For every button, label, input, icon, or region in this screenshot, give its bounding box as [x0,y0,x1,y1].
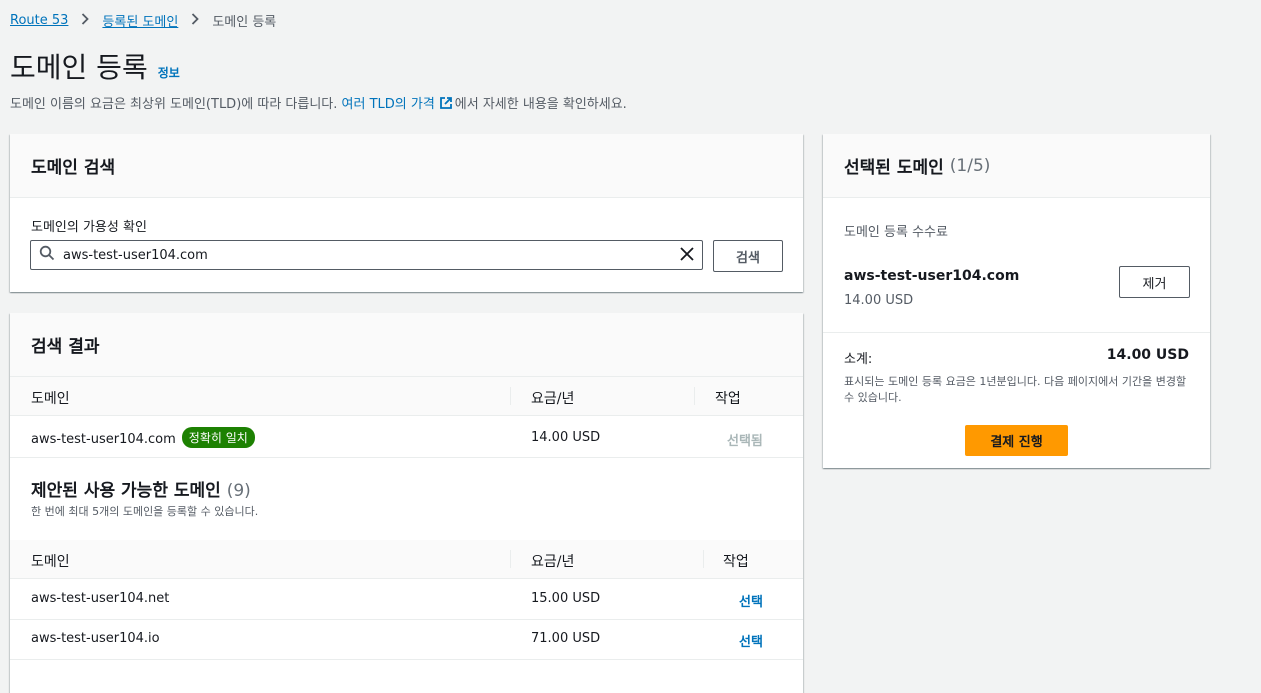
proceed-to-checkout-button[interactable]: 결제 진행 [965,425,1068,456]
domain-search-box[interactable] [30,240,703,270]
external-link-icon[interactable] [439,96,453,114]
results-table-header: 도메인 요금/년 작업 [10,377,803,416]
remove-button[interactable]: 제거 [1119,266,1190,298]
desc-suffix: 에서 자세한 내용을 확인하세요. [454,97,627,112]
desc-prefix: 도메인 이름의 요금은 최상위 도메인(TLD)에 따라 다릅니다. [10,97,342,112]
pricing-note: 표시되는 도메인 등록 요금은 1년분입니다. 다음 페이지에서 기간을 변경할… [844,375,1187,404]
domain-search-input[interactable] [61,246,680,264]
registration-fee-label: 도메인 등록 수수료 [844,225,948,240]
selected-domain-name: aws-test-user104.com [844,268,1020,284]
select-link[interactable]: 선택 [739,591,763,610]
exact-match-badge: 정확히 일치 [181,427,255,448]
selected-domains-header: 선택된 도메인 (1/5) [823,134,1210,198]
exact-selected-status: 선택됨 [727,434,763,449]
exact-price: 14.00 USD [531,430,601,445]
tld-pricing-link[interactable]: 여러 TLD의 가격 [342,97,435,112]
availability-label: 도메인의 가용성 확인 [31,220,147,235]
column-action: 작업 [715,391,741,407]
suggested-domain: aws-test-user104.io [31,631,160,646]
exact-domain: aws-test-user104.com [31,432,176,447]
search-results-title: 검색 결과 [31,337,100,357]
page-title-text: 도메인 등록 [10,51,148,84]
chevron-right-icon [191,12,200,29]
breadcrumb-route53[interactable]: Route 53 [10,13,68,28]
chevron-right-icon [81,12,90,29]
page-title: 도메인 등록 정보 [10,46,180,86]
column-action: 작업 [723,554,749,570]
suggested-domain: aws-test-user104.net [31,591,170,606]
breadcrumb-registered-domains[interactable]: 등록된 도메인 [102,11,178,30]
subtotal-value: 14.00 USD [1106,347,1189,363]
info-link[interactable]: 정보 [158,64,180,81]
search-button[interactable]: 검색 [713,240,783,272]
breadcrumb-current: 도메인 등록 [212,15,277,30]
subtotal-label: 소계: [844,352,873,367]
column-domain: 도메인 [31,554,70,570]
table-row: aws-test-user104.com 정확히 일치 14.00 USD 선택됨 [10,416,803,458]
column-domain: 도메인 [31,391,70,407]
page-description: 도메인 이름의 요금은 최상위 도메인(TLD)에 따라 다릅니다. 여러 TL… [10,93,627,114]
selected-domains-title: 선택된 도메인 [844,158,944,178]
domain-search-panel: 도메인 검색 도메인의 가용성 확인 검색 [10,134,803,292]
breadcrumb: Route 53 등록된 도메인 도메인 등록 [10,11,276,30]
domain-search-title: 도메인 검색 [31,158,116,178]
search-icon [39,245,55,265]
suggested-price: 71.00 USD [531,631,601,646]
suggested-table-header: 도메인 요금/년 작업 [10,540,803,579]
select-link[interactable]: 선택 [739,631,763,650]
suggested-subtitle: 한 번에 최대 5개의 도메인을 등록할 수 있습니다. [31,505,259,518]
divider [823,332,1210,333]
domain-search-header: 도메인 검색 [10,134,803,198]
suggested-title-text: 제안된 사용 가능한 도메인 [31,481,221,501]
selected-count: (1/5) [949,155,991,176]
column-price: 요금/년 [531,391,575,407]
table-row: aws-test-user104.net 15.00 USD 선택 [10,579,803,620]
suggested-price: 15.00 USD [531,591,601,606]
search-results-header: 검색 결과 [10,313,803,377]
suggested-title: 제안된 사용 가능한 도메인 (9) [31,476,251,501]
search-results-panel: 검색 결과 도메인 요금/년 작업 aws-test-user104.com 정확… [10,313,803,693]
selected-domains-panel: 선택된 도메인 (1/5) 도메인 등록 수수료 aws-test-user10… [823,134,1210,468]
table-row: aws-test-user104.io 71.00 USD 선택 [10,619,803,660]
selected-domain-price: 14.00 USD [844,293,914,308]
column-price: 요금/년 [531,554,575,570]
suggested-count: (9) [226,481,251,501]
clear-icon[interactable] [680,246,694,265]
